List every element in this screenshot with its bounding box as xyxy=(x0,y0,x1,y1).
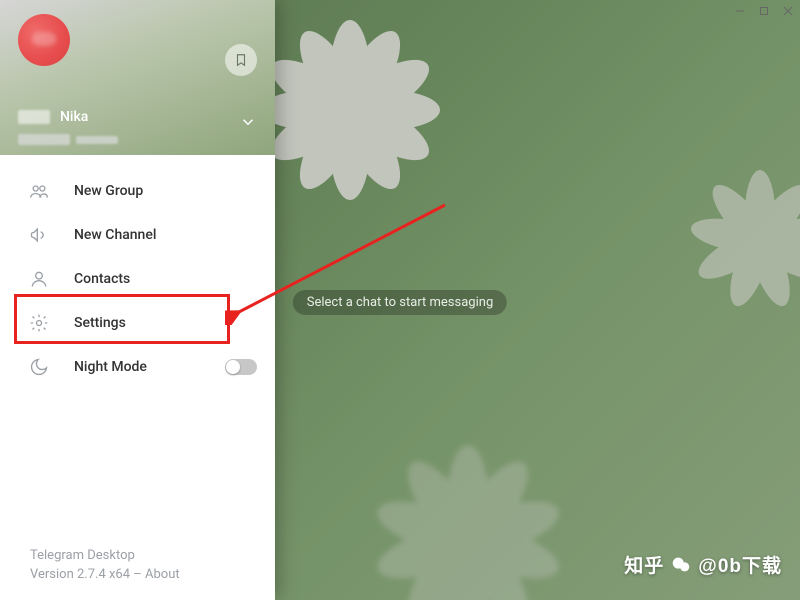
menu-item-night-mode[interactable]: Night Mode xyxy=(0,345,275,389)
menu-item-label: Night Mode xyxy=(74,359,147,375)
watermark-right: @0b下载 xyxy=(698,551,782,578)
menu-item-label: Settings xyxy=(74,315,126,331)
gear-icon xyxy=(28,312,50,334)
window-controls xyxy=(728,0,800,22)
close-button[interactable] xyxy=(776,0,800,22)
watermark-left: 知乎 xyxy=(624,551,664,578)
avatar[interactable] xyxy=(18,14,70,66)
bookmark-icon xyxy=(234,53,248,67)
accounts-expand-button[interactable] xyxy=(239,113,257,135)
moon-icon xyxy=(28,356,50,378)
menu-item-settings[interactable]: Settings xyxy=(0,301,275,345)
redacted-text xyxy=(76,136,118,144)
profile-name: Nika xyxy=(60,109,88,125)
megaphone-icon xyxy=(28,224,50,246)
version-about[interactable]: Version 2.7.4 x64 – About xyxy=(30,567,275,582)
menu-item-label: New Channel xyxy=(74,227,156,243)
redacted-text xyxy=(18,134,70,145)
chevron-down-icon xyxy=(239,113,257,131)
drawer-footer: Telegram Desktop Version 2.7.4 x64 – Abo… xyxy=(0,548,275,600)
menu-item-contacts[interactable]: Contacts xyxy=(0,257,275,301)
profile-header: Nika xyxy=(0,0,275,155)
menu-item-label: Contacts xyxy=(74,271,130,287)
menu-item-label: New Group xyxy=(74,183,143,199)
watermark: 知乎 @0b下载 xyxy=(624,551,782,578)
night-mode-toggle[interactable] xyxy=(225,359,257,375)
menu-item-new-channel[interactable]: New Channel xyxy=(0,213,275,257)
saved-messages-button[interactable] xyxy=(225,44,257,76)
group-icon xyxy=(28,180,50,202)
redacted-text xyxy=(18,110,50,124)
menu-list: New Group New Channel Contacts Settings xyxy=(0,155,275,548)
person-icon xyxy=(28,268,50,290)
app-name: Telegram Desktop xyxy=(30,548,275,563)
minimize-button[interactable] xyxy=(728,0,752,22)
main-menu-drawer: Nika New Group New Channel Conta xyxy=(0,0,275,600)
menu-item-new-group[interactable]: New Group xyxy=(0,169,275,213)
maximize-button[interactable] xyxy=(752,0,776,22)
empty-chat-hint: Select a chat to start messaging xyxy=(293,290,507,315)
wechat-icon xyxy=(670,554,692,576)
